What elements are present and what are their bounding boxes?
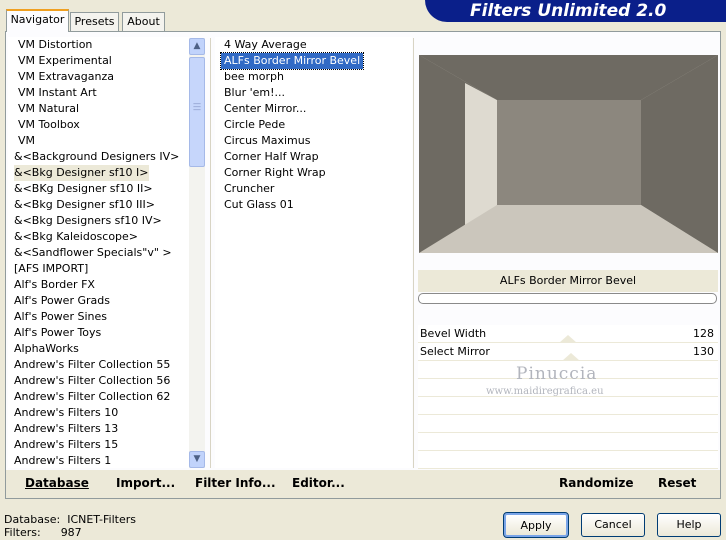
database-button[interactable]: Database — [25, 476, 89, 490]
filters-status: Filters: 987 — [4, 526, 82, 539]
list-item[interactable]: Andrew's Filter Collection 55 — [14, 357, 170, 373]
scroll-down-icon[interactable]: ▼ — [189, 451, 205, 468]
list-item[interactable]: Alf's Power Toys — [14, 325, 101, 341]
list-item[interactable]: AlphaWorks — [14, 341, 79, 357]
watermark-url: www.maidiregrafica.eu — [486, 386, 604, 397]
param-empty-row — [418, 433, 718, 451]
list-item[interactable]: VM Natural — [18, 101, 79, 117]
scroll-up-icon[interactable]: ▲ — [189, 38, 205, 55]
tab-about[interactable]: About — [122, 12, 165, 31]
list-item[interactable]: Cut Glass 01 — [221, 197, 297, 213]
help-button[interactable]: Help — [657, 513, 721, 537]
list-item[interactable]: VM Experimental — [18, 53, 112, 69]
editor-button[interactable]: Editor... — [292, 476, 345, 490]
list-item[interactable]: Corner Right Wrap — [221, 165, 329, 181]
list-divider — [210, 38, 211, 468]
list-item[interactable]: [AFS IMPORT] — [14, 261, 88, 277]
list-item[interactable]: 4 Way Average — [221, 37, 310, 53]
list-item[interactable]: Andrew's Filters 15 — [14, 437, 118, 453]
list-item[interactable]: Andrew's Filters 1 — [14, 453, 111, 469]
slider-thumb[interactable] — [562, 353, 580, 361]
scroll-thumb[interactable]: — — — — [189, 57, 205, 167]
list-item[interactable]: Alf's Border FX — [14, 277, 95, 293]
list-item[interactable]: VM — [18, 133, 35, 149]
list-item[interactable]: &<Bkg Designer sf10 I> — [14, 165, 149, 181]
list-item[interactable]: VM Instant Art — [18, 85, 97, 101]
list-item[interactable]: VM Toolbox — [18, 117, 80, 133]
selected-filter-name: ALFs Border Mirror Bevel — [418, 270, 718, 292]
param-empty-row — [418, 397, 718, 415]
list-item[interactable]: &<Background Designers IV> — [14, 149, 179, 165]
category-scrollbar[interactable]: ▲ — — — ▼ — [189, 38, 205, 468]
apply-button[interactable]: Apply — [503, 512, 569, 538]
param-label: Select Mirror — [420, 345, 490, 358]
param-empty-row — [418, 451, 718, 469]
preview-divider — [413, 38, 414, 468]
param-select-mirror[interactable]: Select Mirror 130 — [418, 343, 718, 361]
list-item[interactable]: &<Bkg Designers sf10 IV> — [14, 213, 162, 229]
param-empty-row — [418, 415, 718, 433]
import-button[interactable]: Import... — [116, 476, 175, 490]
list-item[interactable]: &<Sandflower Specials"v" > — [14, 245, 172, 261]
list-item[interactable]: Center Mirror... — [221, 101, 309, 117]
param-bevel-width[interactable]: Bevel Width 128 — [418, 325, 718, 343]
list-item[interactable]: Circle Pede — [221, 117, 288, 133]
list-item[interactable]: Blur 'em!... — [221, 85, 288, 101]
list-item[interactable]: &<Bkg Kaleidoscope> — [14, 229, 138, 245]
cancel-button[interactable]: Cancel — [581, 513, 645, 537]
param-label: Bevel Width — [420, 327, 487, 340]
filter-info-button[interactable]: Filter Info... — [195, 476, 276, 490]
list-item[interactable]: Cruncher — [221, 181, 277, 197]
preview-image — [419, 55, 718, 253]
list-item[interactable]: Corner Half Wrap — [221, 149, 322, 165]
filter-list[interactable]: 4 Way Average ALFs Border Mirror Bevel bee… — [215, 37, 412, 468]
param-value: 128 — [693, 327, 714, 340]
list-item[interactable]: Alf's Power Sines — [14, 309, 107, 325]
tab-navigator[interactable]: Navigator — [6, 9, 69, 32]
progress-bar — [418, 293, 717, 304]
list-item[interactable]: Andrew's Filter Collection 56 — [14, 373, 170, 389]
app-title: Filters Unlimited 2.0 — [470, 1, 667, 21]
slider-thumb[interactable] — [559, 335, 577, 343]
list-item[interactable]: &<Bkg Designer sf10 III> — [14, 197, 155, 213]
list-item[interactable]: Andrew's Filters 13 — [14, 421, 118, 437]
tab-presets[interactable]: Presets — [70, 12, 119, 31]
category-list[interactable]: VM Distortion VM Experimental VM Extravaga… — [8, 37, 189, 468]
list-item[interactable]: Circus Maximus — [221, 133, 313, 149]
list-item[interactable]: Andrew's Filter Collection 62 — [14, 389, 170, 405]
database-status: Database: ICNET-Filters — [4, 513, 136, 526]
list-item[interactable]: bee morph — [221, 69, 287, 85]
randomize-button[interactable]: Randomize — [559, 476, 633, 490]
list-item[interactable]: VM Extravaganza — [18, 69, 114, 85]
param-value: 130 — [693, 345, 714, 358]
reset-button[interactable]: Reset — [658, 476, 696, 490]
list-item[interactable]: &<BKg Designer sf10 II> — [14, 181, 153, 197]
list-item[interactable]: Andrew's Filters 10 — [14, 405, 118, 421]
list-item[interactable]: Alf's Power Grads — [14, 293, 110, 309]
list-item[interactable]: ALFs Border Mirror Bevel — [219, 52, 365, 70]
list-item[interactable]: VM Distortion — [18, 37, 92, 53]
watermark-name: Pinuccia — [516, 364, 598, 384]
